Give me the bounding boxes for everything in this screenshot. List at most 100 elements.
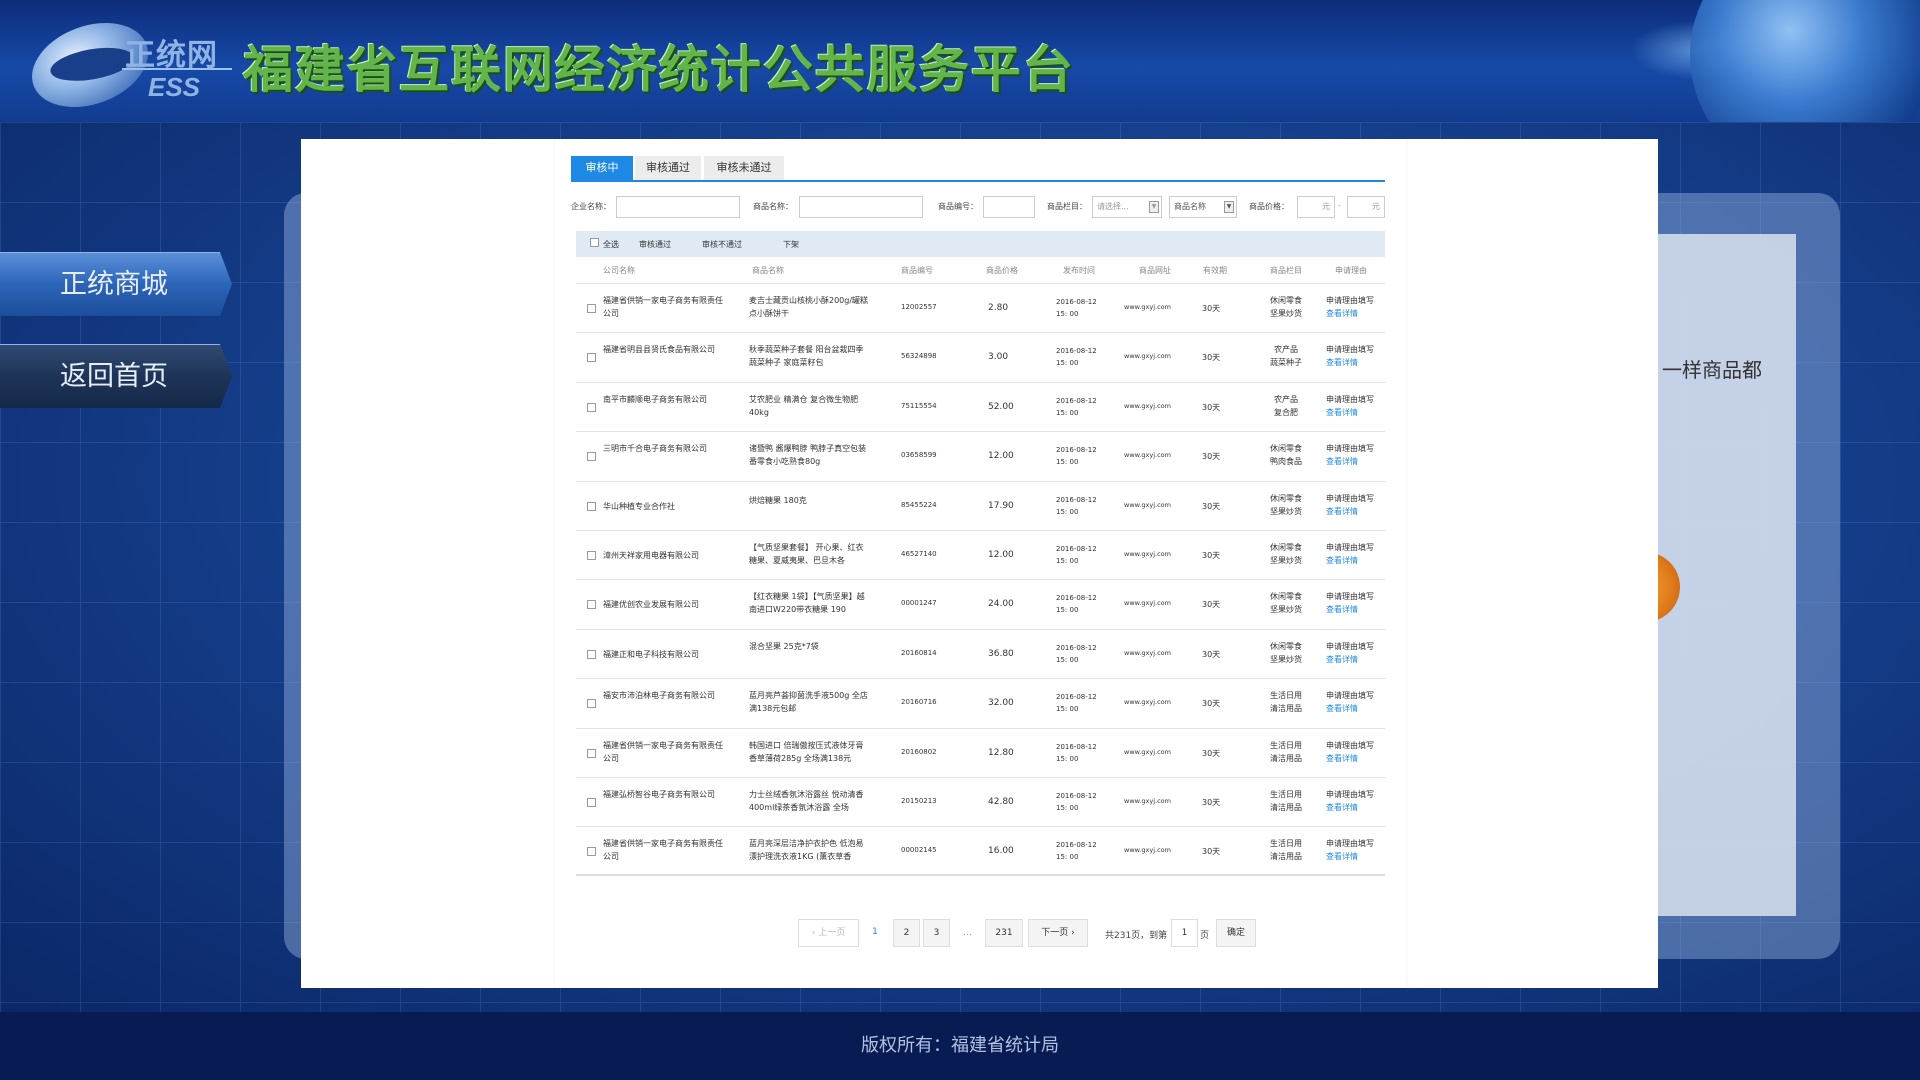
row-checkbox[interactable] xyxy=(587,353,596,363)
row-checkbox[interactable] xyxy=(587,452,596,462)
tab-approved[interactable]: 审核通过 xyxy=(635,156,701,180)
category-secondary: 清洁用品 xyxy=(1270,704,1302,714)
site-logo[interactable]: 正统网 ESS xyxy=(20,7,235,122)
view-detail-link[interactable]: 查看详情 xyxy=(1326,850,1384,863)
publish-clock: 15: 00 xyxy=(1056,705,1079,714)
price-min-input[interactable]: 元 xyxy=(1297,196,1335,218)
company-cell: 福建正和电子科技有限公司 xyxy=(603,649,699,659)
background-panel-text: 一样商品都 xyxy=(1662,358,1762,382)
category-cell: 休闲零食 坚果炒货 xyxy=(1267,492,1305,518)
name-filter-select[interactable]: 商品名称 ▼ xyxy=(1169,196,1237,218)
view-detail-link[interactable]: 查看详情 xyxy=(1326,603,1384,616)
category-cell: 生活日用 清洁用品 xyxy=(1267,739,1305,765)
reason-text: 申请理由填写 xyxy=(1326,691,1374,701)
row-checkbox[interactable] xyxy=(587,402,596,412)
validity-cell: 30天 xyxy=(1202,550,1221,560)
view-detail-link[interactable]: 查看详情 xyxy=(1326,801,1384,814)
reason-text: 申请理由填写 xyxy=(1326,740,1374,750)
nav-mall-button[interactable]: 正统商城 xyxy=(0,252,232,316)
category-secondary: 清洁用品 xyxy=(1270,802,1302,812)
tab-under-review[interactable]: 审核中 xyxy=(571,156,633,180)
row-checkbox[interactable] xyxy=(587,797,596,807)
publish-time-cell: 2016-08-12 15: 00 xyxy=(1056,691,1097,715)
reason-cell: 申请理由填写 查看详情 xyxy=(1326,739,1384,765)
publish-date: 2016-08-12 xyxy=(1056,347,1097,356)
select-all-checkbox[interactable] xyxy=(590,238,599,247)
publish-clock: 15: 00 xyxy=(1056,310,1079,318)
row-checkbox[interactable] xyxy=(587,649,596,659)
price-cell: 17.90 xyxy=(988,500,1014,511)
view-detail-link[interactable]: 查看详情 xyxy=(1326,752,1384,765)
price-cell: 12.80 xyxy=(988,747,1014,758)
company-cell: 南平市麟顺电子商务有限公司 xyxy=(603,394,707,404)
publish-clock: 15: 00 xyxy=(1056,754,1079,763)
nav-home-button[interactable]: 返回首页 xyxy=(0,344,232,408)
price-cell: 12.00 xyxy=(988,549,1014,560)
category-secondary: 坚果炒货 xyxy=(1270,555,1302,565)
view-detail-link[interactable]: 查看详情 xyxy=(1326,702,1384,715)
offline-button[interactable]: 下架 xyxy=(783,239,799,250)
view-detail-link[interactable]: 查看详情 xyxy=(1326,356,1384,369)
approve-button[interactable]: 审核通过 xyxy=(639,239,671,250)
price-cell: 36.80 xyxy=(988,648,1014,659)
row-checkbox[interactable] xyxy=(587,550,596,560)
globe-graphic xyxy=(1690,0,1920,122)
row-checkbox[interactable] xyxy=(587,501,596,511)
validity-cell: 30天 xyxy=(1202,649,1221,659)
category-secondary: 坚果炒货 xyxy=(1270,506,1302,516)
company-cell: 福建省供销一家电子商务有限责任公司 xyxy=(603,296,723,318)
validity-cell: 30天 xyxy=(1202,797,1221,807)
category-secondary: 坚果炒货 xyxy=(1270,309,1302,318)
row-checkbox[interactable] xyxy=(587,748,596,758)
view-detail-link[interactable]: 查看详情 xyxy=(1326,406,1384,419)
price-unit: 元 xyxy=(1322,202,1330,211)
product-code-cell: 46527140 xyxy=(901,549,937,558)
view-detail-link[interactable]: 查看详情 xyxy=(1326,505,1384,518)
last-page-button[interactable]: 231 xyxy=(985,919,1023,947)
company-filter-label: 企业名称： xyxy=(571,202,611,211)
table-row: 福安市沛泊林电子商务有限公司 蓝月亮芦荟抑菌洗手液500g 全店满138元包邮 20… xyxy=(576,678,1385,727)
product-url-cell: www.gxyj.com xyxy=(1124,698,1171,707)
validity-cell: 30天 xyxy=(1202,402,1221,412)
page-2-button[interactable]: 2 xyxy=(893,919,920,947)
page-ellipsis: … xyxy=(963,928,972,938)
row-checkbox[interactable] xyxy=(587,304,596,313)
code-filter-input[interactable] xyxy=(983,196,1035,218)
column-filter-select[interactable]: 请选择... ▼ xyxy=(1092,196,1162,218)
view-detail-link[interactable]: 查看详情 xyxy=(1326,554,1384,567)
product-code-cell: 20160716 xyxy=(901,698,937,707)
product-url-cell: www.gxyj.com xyxy=(1124,451,1171,460)
page-number-input[interactable]: 1 xyxy=(1171,919,1198,947)
page-1-button[interactable]: 1 xyxy=(864,919,886,947)
publish-time-cell: 2016-08-12 15: 00 xyxy=(1056,839,1097,863)
row-checkbox[interactable] xyxy=(587,600,596,610)
view-detail-link[interactable]: 查看详情 xyxy=(1326,455,1384,468)
category-primary: 农产品 xyxy=(1274,345,1298,355)
price-cell: 3.00 xyxy=(988,352,1009,363)
view-detail-link[interactable]: 查看详情 xyxy=(1326,653,1384,666)
publish-clock: 15: 00 xyxy=(1056,803,1079,812)
company-cell: 福建优创农业发展有限公司 xyxy=(603,600,699,610)
product-name-cell: 【红衣糖果 1袋】【气质坚果】越南进口W220带衣糖果 190 xyxy=(749,592,865,615)
reason-cell: 申请理由填写 查看详情 xyxy=(1326,343,1384,369)
confirm-page-button[interactable]: 确定 xyxy=(1216,919,1256,947)
prev-page-button[interactable]: ‹ 上一页 xyxy=(798,919,859,947)
row-checkbox[interactable] xyxy=(587,699,596,709)
page-3-button[interactable]: 3 xyxy=(923,919,950,947)
product-filter-input[interactable] xyxy=(799,196,923,218)
reject-button[interactable]: 审核不通过 xyxy=(702,239,742,250)
tab-rejected[interactable]: 审核未通过 xyxy=(704,156,784,180)
table-row: 福建优创农业发展有限公司 【红衣糖果 1袋】【气质坚果】越南进口W220带衣糖果 … xyxy=(576,579,1385,628)
publish-time-cell: 2016-08-12 15: 00 xyxy=(1056,296,1097,320)
name-select-value: 商品名称 xyxy=(1174,202,1206,211)
header-column: 商品栏目 xyxy=(1270,266,1302,275)
row-checkbox[interactable] xyxy=(587,847,596,857)
reason-text: 申请理由填写 xyxy=(1326,641,1374,651)
company-filter-input[interactable] xyxy=(616,196,740,218)
price-max-input[interactable]: 元 xyxy=(1347,196,1385,218)
select-all-label[interactable]: 全选 xyxy=(603,239,619,250)
view-detail-link[interactable]: 查看详情 xyxy=(1326,307,1384,320)
category-primary: 休闲零食 xyxy=(1270,296,1302,305)
next-page-button[interactable]: 下一页 › xyxy=(1028,919,1088,947)
price-filter-label: 商品价格： xyxy=(1249,202,1289,211)
